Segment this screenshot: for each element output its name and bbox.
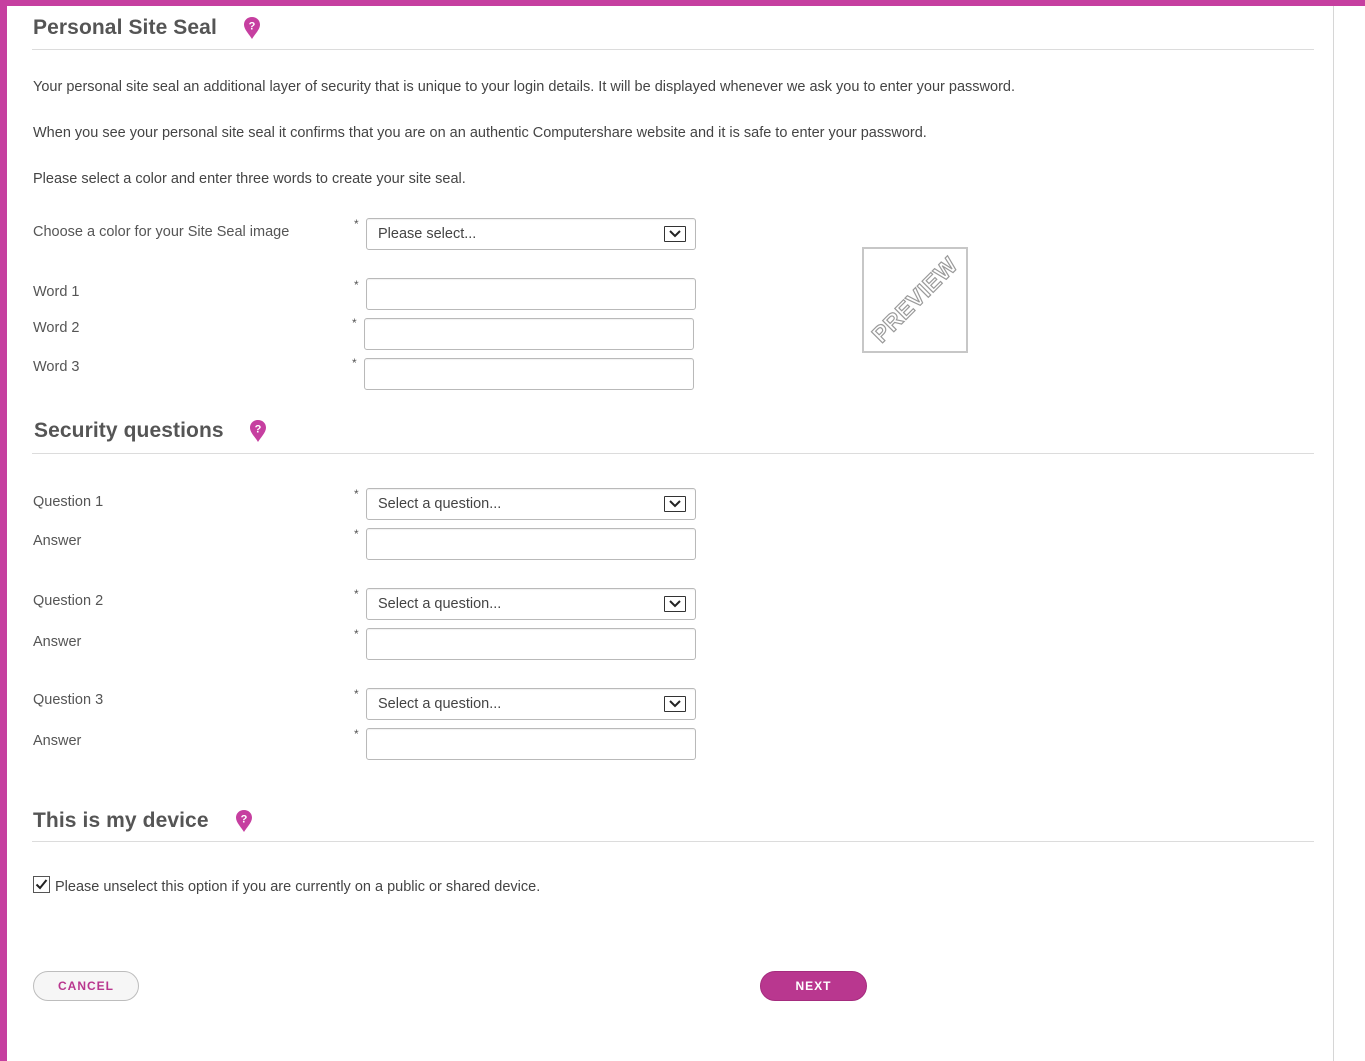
required-asterisk: * <box>354 487 359 501</box>
svg-text:?: ? <box>241 814 248 826</box>
color-select[interactable]: Please select... <box>366 218 696 250</box>
required-asterisk: * <box>352 316 357 330</box>
required-asterisk: * <box>352 356 357 370</box>
my-device-checkbox[interactable] <box>33 876 50 893</box>
question3-select-value: Select a question... <box>378 696 502 712</box>
answer1-input[interactable] <box>366 528 696 560</box>
site-seal-title: Personal Site Seal <box>33 16 217 39</box>
word3-input[interactable] <box>364 358 694 390</box>
required-asterisk: * <box>354 687 359 701</box>
color-select-value: Please select... <box>378 226 477 242</box>
next-button[interactable]: NEXT <box>760 971 867 1001</box>
answer2-input[interactable] <box>366 628 696 660</box>
help-pin-icon[interactable]: ? <box>235 809 253 833</box>
answer3-label: Answer <box>33 733 82 749</box>
svg-text:?: ? <box>249 21 256 33</box>
preview-watermark: PREVIEW <box>866 251 963 348</box>
question2-select[interactable]: Select a question... <box>366 588 696 620</box>
answer2-label: Answer <box>33 634 82 650</box>
required-asterisk: * <box>354 217 359 231</box>
page-frame-right <box>1333 6 1334 1061</box>
required-asterisk: * <box>354 278 359 292</box>
chevron-down-icon <box>664 596 686 612</box>
question2-select-value: Select a question... <box>378 596 502 612</box>
site-seal-authentic-note: When you see your personal site seal it … <box>33 125 927 141</box>
question1-label: Question 1 <box>33 494 104 510</box>
help-pin-icon[interactable]: ? <box>243 16 261 40</box>
required-asterisk: * <box>354 587 359 601</box>
svg-text:?: ? <box>255 424 262 436</box>
word2-input[interactable] <box>364 318 694 350</box>
answer1-label: Answer <box>33 533 82 549</box>
section-divider <box>32 841 1314 842</box>
site-seal-instruction: Please select a color and enter three wo… <box>33 171 466 187</box>
word2-label: Word 2 <box>33 320 80 336</box>
my-device-label: Please unselect this option if you are c… <box>55 879 541 895</box>
question2-label: Question 2 <box>33 593 104 609</box>
required-asterisk: * <box>354 527 359 541</box>
chevron-down-icon <box>664 226 686 242</box>
help-pin-icon[interactable]: ? <box>249 419 267 443</box>
required-asterisk: * <box>354 727 359 741</box>
page-frame-top <box>0 0 1365 6</box>
word1-label: Word 1 <box>33 284 80 300</box>
page-frame-left <box>0 0 7 1061</box>
device-title: This is my device <box>33 809 209 832</box>
question1-select[interactable]: Select a question... <box>366 488 696 520</box>
color-label: Choose a color for your Site Seal image <box>33 224 290 240</box>
section-divider <box>32 453 1314 454</box>
required-asterisk: * <box>354 627 359 641</box>
word1-input[interactable] <box>366 278 696 310</box>
chevron-down-icon <box>664 696 686 712</box>
checkmark-icon <box>35 879 48 890</box>
question3-select[interactable]: Select a question... <box>366 688 696 720</box>
cancel-button[interactable]: CANCEL <box>33 971 139 1001</box>
security-questions-title: Security questions <box>34 419 224 442</box>
question3-label: Question 3 <box>33 692 104 708</box>
answer3-input[interactable] <box>366 728 696 760</box>
chevron-down-icon <box>664 496 686 512</box>
section-divider <box>32 49 1314 50</box>
site-seal-preview: PREVIEW <box>862 247 968 353</box>
question1-select-value: Select a question... <box>378 496 502 512</box>
word3-label: Word 3 <box>33 359 80 375</box>
site-seal-intro: Your personal site seal an additional la… <box>33 79 1015 95</box>
